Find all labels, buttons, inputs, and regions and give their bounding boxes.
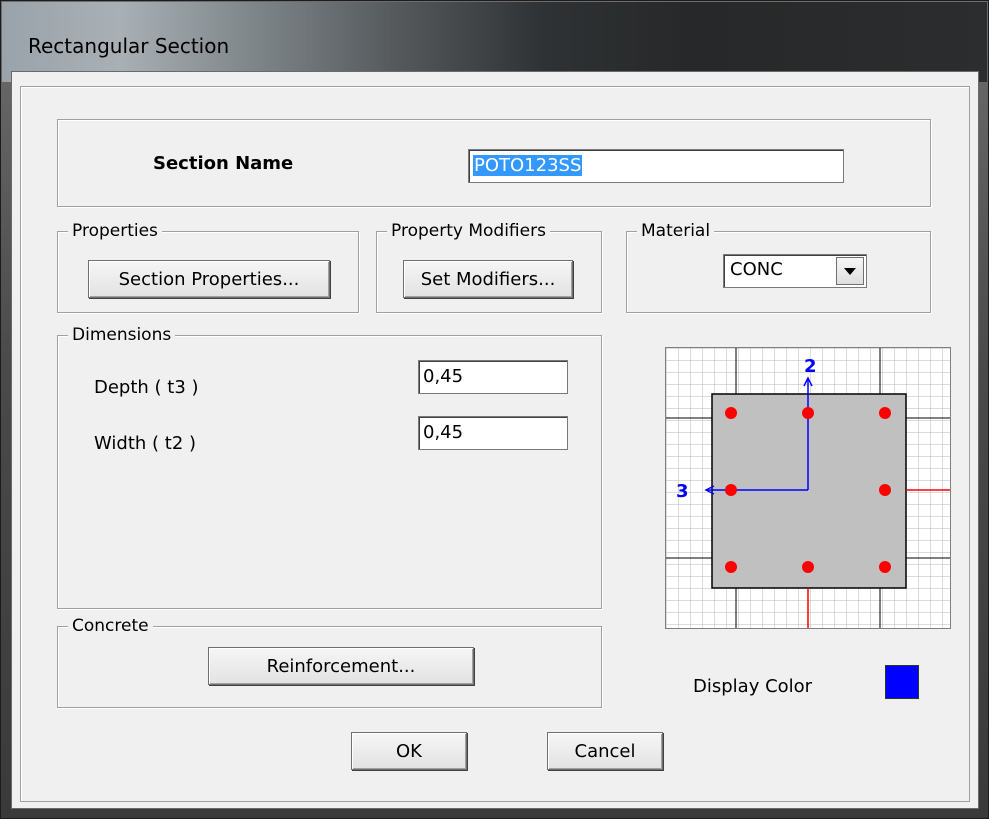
dimensions-group: Dimensions Depth ( t3 ) 0,45 Width ( t2 … — [57, 324, 602, 609]
rebar-point — [725, 561, 737, 573]
material-group: Material CONC — [626, 220, 931, 313]
window-title: Rectangular Section — [28, 34, 230, 58]
concrete-legend: Concrete — [68, 615, 153, 637]
material-selected-value: CONC — [730, 259, 783, 280]
rebar-point — [802, 407, 814, 419]
width-label: Width ( t2 ) — [94, 433, 197, 454]
dialog-window: Rectangular Section Section Name POTO123… — [0, 0, 989, 819]
concrete-section-shape — [711, 393, 907, 589]
properties-group: Properties Section Properties... — [57, 220, 359, 313]
set-modifiers-button[interactable]: Set Modifiers... — [403, 260, 573, 298]
section-preview: 2 3 — [665, 347, 951, 629]
section-preview-canvas: 2 3 — [666, 348, 950, 628]
display-color-swatch[interactable] — [885, 665, 919, 699]
material-legend: Material — [637, 220, 715, 242]
dialog-client-area: Section Name POTO123SS Properties Sectio… — [11, 71, 979, 809]
rebar-point — [725, 407, 737, 419]
chevron-down-icon[interactable] — [836, 257, 864, 285]
depth-input[interactable]: 0,45 — [418, 360, 568, 394]
display-color-label: Display Color — [693, 676, 813, 697]
cancel-button[interactable]: Cancel — [547, 732, 663, 770]
rebar-point — [879, 407, 891, 419]
ok-button[interactable]: OK — [351, 732, 467, 770]
property-modifiers-group: Property Modifiers Set Modifiers... — [376, 220, 602, 313]
axis-2-label: 2 — [804, 356, 817, 377]
section-properties-button[interactable]: Section Properties... — [88, 260, 330, 298]
depth-label: Depth ( t3 ) — [94, 377, 199, 398]
rebar-point — [879, 484, 891, 496]
title-bar[interactable]: Rectangular Section — [2, 2, 987, 82]
rebar-point — [879, 561, 891, 573]
section-name-value: POTO123SS — [473, 155, 583, 176]
rebar-point — [802, 561, 814, 573]
properties-legend: Properties — [68, 220, 162, 242]
width-input[interactable]: 0,45 — [418, 416, 568, 450]
dimensions-legend: Dimensions — [68, 324, 176, 346]
section-name-label: Section Name — [153, 153, 294, 174]
property-modifiers-legend: Property Modifiers — [387, 220, 550, 242]
dialog-body: Section Name POTO123SS Properties Sectio… — [20, 86, 970, 802]
section-name-group: Section Name POTO123SS — [57, 119, 931, 207]
axis-3-label: 3 — [676, 481, 689, 502]
rebar-point — [725, 484, 737, 496]
reinforcement-button[interactable]: Reinforcement... — [208, 647, 474, 685]
material-select[interactable]: CONC — [723, 254, 867, 288]
section-name-input[interactable]: POTO123SS — [468, 149, 844, 183]
concrete-group: Concrete Reinforcement... — [57, 615, 602, 708]
